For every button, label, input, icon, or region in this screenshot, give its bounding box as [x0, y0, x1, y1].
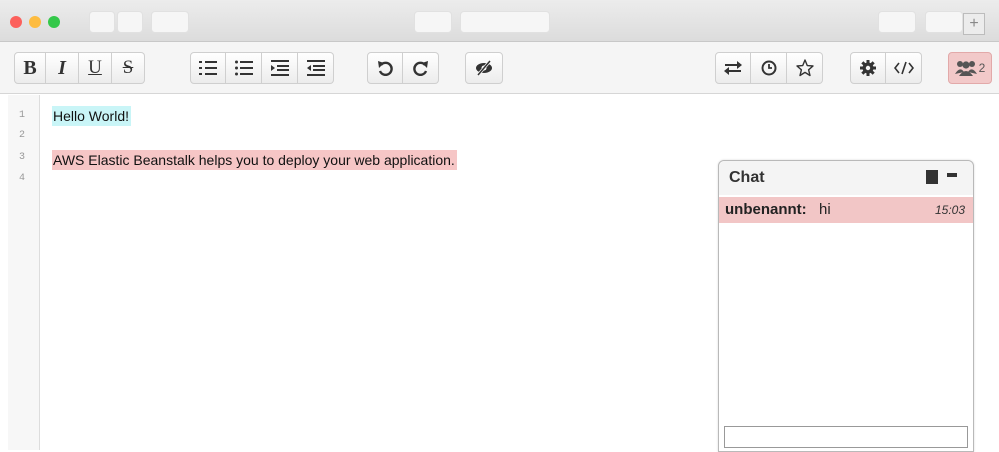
unordered-list-icon [234, 60, 253, 76]
underline-label: U [88, 57, 102, 78]
settings-button[interactable] [850, 52, 886, 84]
bold-button[interactable]: B [14, 52, 46, 84]
chat-header: Chat [719, 161, 973, 195]
italic-button[interactable]: I [46, 52, 79, 84]
unordered-list-button[interactable] [226, 52, 262, 84]
editor-line[interactable]: AWS Elastic Beanstalk helps you to deplo… [52, 150, 457, 170]
undo-icon [378, 61, 393, 76]
editor-line[interactable]: Hello World! [52, 106, 131, 126]
users-icon [954, 61, 977, 76]
star-icon [795, 59, 814, 77]
window-titlebar: + [0, 0, 999, 42]
eye-slash-icon [476, 60, 492, 76]
toggle-visibility-button[interactable] [465, 52, 503, 84]
chat-minimize-icon[interactable] [947, 173, 957, 177]
address-bar[interactable] [460, 11, 550, 33]
close-window-button[interactable] [10, 16, 22, 28]
strikethrough-button[interactable]: S [112, 52, 145, 84]
new-tab-button[interactable]: + [963, 13, 985, 35]
editor-toolbar: B I U S 2 [0, 42, 999, 94]
line-number: 2 [18, 130, 25, 141]
ordered-list-button[interactable] [190, 52, 226, 84]
nav-forward-button[interactable] [117, 11, 143, 33]
nav-back-button[interactable] [89, 11, 115, 33]
titlebar-action-button[interactable] [878, 11, 916, 33]
zoom-window-button[interactable] [48, 16, 60, 28]
chat-message-author: unbenannt: [725, 201, 807, 218]
users-count: 2 [978, 61, 986, 75]
minimize-window-button[interactable] [29, 16, 41, 28]
sidebar-button[interactable] [151, 11, 189, 33]
outdent-icon [306, 60, 325, 76]
redo-button[interactable] [403, 52, 439, 84]
chat-message-time: 15:03 [934, 203, 965, 217]
history-icon [761, 60, 776, 76]
line-number: 4 [18, 173, 25, 184]
code-icon [893, 61, 914, 75]
share-button[interactable] [414, 11, 452, 33]
outdent-button[interactable] [298, 52, 334, 84]
redo-icon [412, 61, 428, 76]
titlebar-action-button-2[interactable] [925, 11, 963, 33]
chat-maximize-icon[interactable] [926, 170, 938, 184]
ordered-list-icon [199, 61, 217, 75]
undo-button[interactable] [367, 52, 403, 84]
strikethrough-label: S [122, 57, 134, 78]
line-number: 1 [18, 110, 25, 121]
chat-title: Chat [729, 169, 765, 186]
users-button[interactable]: 2 [948, 52, 992, 84]
chat-message-text: hi [819, 201, 831, 218]
chat-input[interactable] [724, 426, 968, 448]
line-number-gutter: 1 2 3 4 [8, 95, 40, 450]
embed-code-button[interactable] [886, 52, 922, 84]
star-button[interactable] [787, 52, 823, 84]
chat-message: unbenannt: hi 15:03 [719, 197, 973, 223]
history-button[interactable] [751, 52, 787, 84]
indent-button[interactable] [262, 52, 298, 84]
line-number: 3 [18, 152, 25, 163]
bold-label: B [23, 56, 37, 79]
italic-label: I [58, 56, 66, 79]
import-export-icon [724, 61, 742, 75]
gear-icon [860, 60, 876, 76]
chat-panel: Chat unbenannt: hi 15:03 [718, 160, 974, 452]
underline-button[interactable]: U [79, 52, 112, 84]
indent-icon [270, 60, 289, 76]
import-export-button[interactable] [715, 52, 751, 84]
